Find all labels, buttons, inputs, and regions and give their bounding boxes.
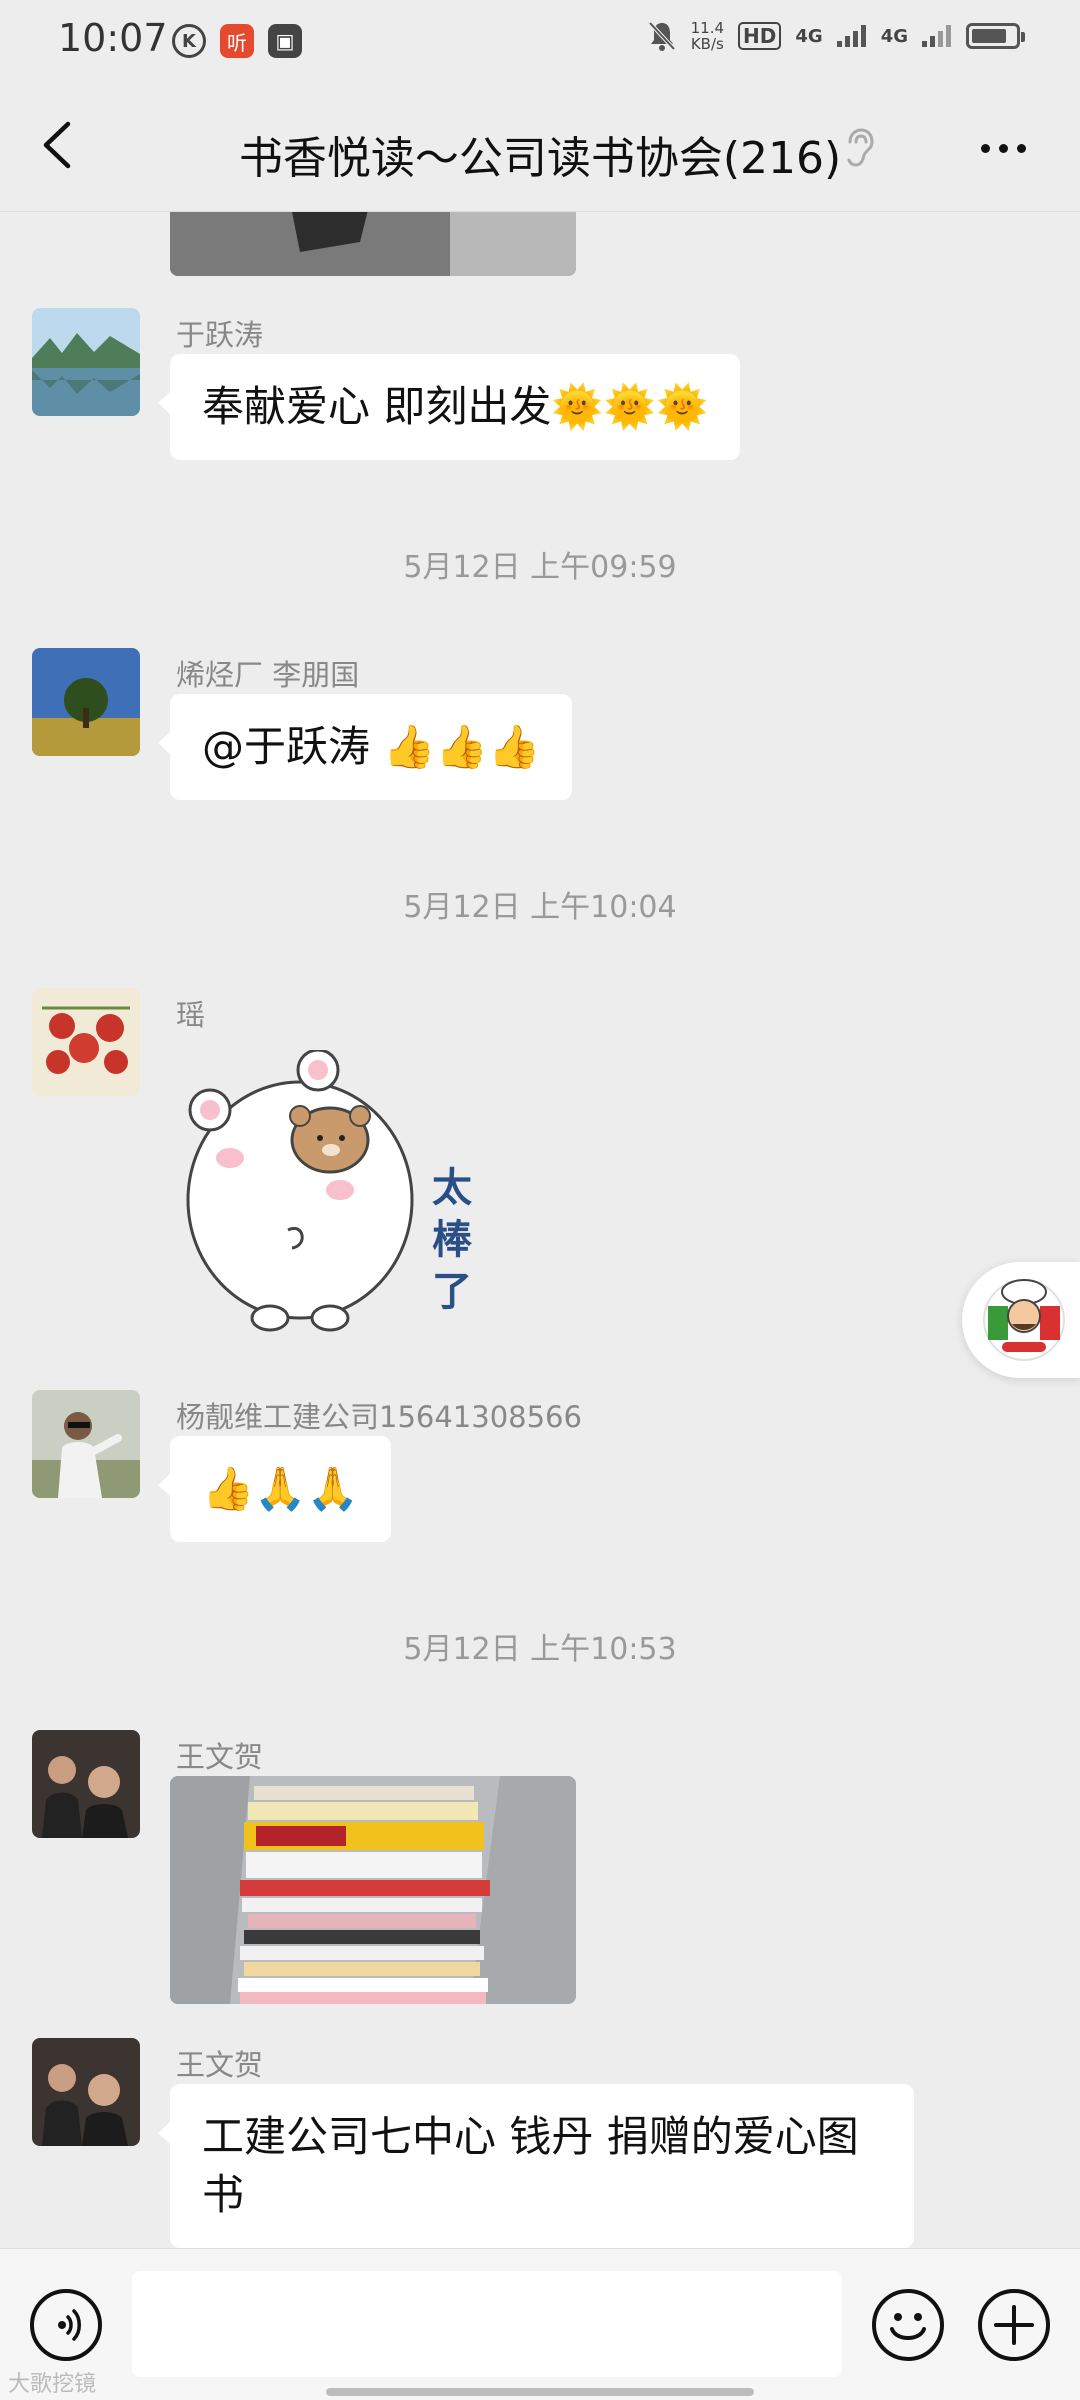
sticker-text: 太棒了	[432, 1165, 472, 1315]
battery-icon	[966, 23, 1025, 49]
status-right: 11.4 KB/s HD 4G 4G	[647, 20, 1025, 52]
mute-bell-icon	[648, 21, 676, 51]
network-speed: 11.4 KB/s	[691, 20, 724, 52]
avatar[interactable]	[32, 1730, 140, 1838]
hd-icon: HD	[738, 22, 782, 50]
avatar[interactable]	[32, 308, 140, 416]
ear-icon[interactable]	[842, 128, 876, 168]
floating-mini-game-icon[interactable]	[962, 1262, 1080, 1378]
photo-thumbnail	[170, 212, 576, 276]
voice-icon	[58, 2309, 81, 2341]
voice-input-button[interactable]	[30, 2289, 102, 2361]
chat-header: 书香悦读～公司读书协会(216)	[0, 84, 1080, 212]
home-indicator[interactable]	[326, 2388, 754, 2396]
books-photo	[170, 1776, 576, 2004]
gallery-app-icon: ▣	[268, 24, 302, 58]
chat-title: 书香悦读～公司读书协会(216)	[238, 133, 842, 184]
signal-2-label: 4G	[880, 25, 908, 47]
notification-icons: K 听 ▣	[172, 24, 302, 58]
more-options-button[interactable]	[981, 144, 1026, 153]
sticker-caption: 太棒了	[432, 1162, 476, 1318]
message-list[interactable]: 于跃涛 奉献爱心 即刻出发🌞🌞🌞 5月12日 上午09:59 烯烃厂 李朋国 @…	[0, 212, 1080, 2248]
sender-name: 王文贺	[176, 2048, 264, 2082]
dot-icon	[999, 144, 1008, 153]
avatar[interactable]	[32, 648, 140, 756]
dot-icon	[1017, 144, 1026, 153]
timestamp: 5月12日 上午10:53	[403, 1632, 677, 1667]
speed-unit: KB/s	[690, 35, 724, 53]
image-message-partial[interactable]	[170, 212, 576, 276]
sender-name: 王文贺	[176, 1740, 264, 1774]
signal-icon-2	[922, 25, 951, 47]
message-bubble[interactable]: 👍🙏🙏	[158, 1436, 391, 1542]
chef-icon	[983, 1279, 1065, 1361]
emoji-button[interactable]	[872, 2289, 944, 2361]
signal-1-label: 4G	[795, 25, 823, 47]
message-bubble[interactable]: 奉献爱心 即刻出发🌞🌞🌞	[157, 354, 741, 460]
message-bubble[interactable]: 工建公司七中心 钱丹 捐赠的爱心图书	[158, 2084, 914, 2248]
ting-app-icon: 听	[220, 24, 254, 58]
message-bubble[interactable]: @于跃涛 👍👍👍	[157, 694, 573, 800]
sender-name: 瑶	[176, 998, 206, 1032]
tree-avatar-icon	[32, 648, 140, 756]
group-photo-avatar-icon	[32, 1730, 140, 1838]
avatar[interactable]	[32, 988, 140, 1096]
smiley-icon	[890, 2313, 926, 2340]
status-time: 10:07	[58, 16, 168, 60]
speed-value: 11.4	[690, 19, 725, 37]
avatar[interactable]	[32, 2038, 140, 2146]
watermark: 大歌挖镜	[8, 2372, 97, 2397]
more-functions-button[interactable]	[978, 2289, 1050, 2361]
person-avatar-icon	[32, 1390, 140, 1498]
status-bar: 10:07 K 听 ▣ 11.4 KB/s HD 4G 4G	[0, 0, 1080, 84]
input-bar	[0, 2248, 1080, 2400]
timestamp: 5月12日 上午09:59	[403, 550, 677, 585]
dot-icon	[981, 144, 990, 153]
timestamp: 5月12日 上午10:04	[403, 890, 677, 925]
k-app-icon: K	[172, 24, 206, 58]
signal-icon-1	[836, 25, 866, 47]
message-input[interactable]	[132, 2271, 842, 2377]
plus-icon	[994, 2305, 1034, 2345]
sender-name: 烯烃厂 李朋国	[176, 658, 360, 692]
landscape-avatar-icon	[32, 308, 140, 416]
image-message[interactable]	[170, 1776, 576, 2004]
avatar[interactable]	[32, 1390, 140, 1498]
sticker-message[interactable]: 太棒了	[170, 1050, 480, 1340]
sender-name: 杨靓维工建公司15641308566	[176, 1400, 582, 1434]
sender-name: 于跃涛	[176, 318, 264, 352]
pomegranate-avatar-icon	[32, 988, 140, 1096]
group-photo-avatar-icon	[32, 2038, 140, 2146]
